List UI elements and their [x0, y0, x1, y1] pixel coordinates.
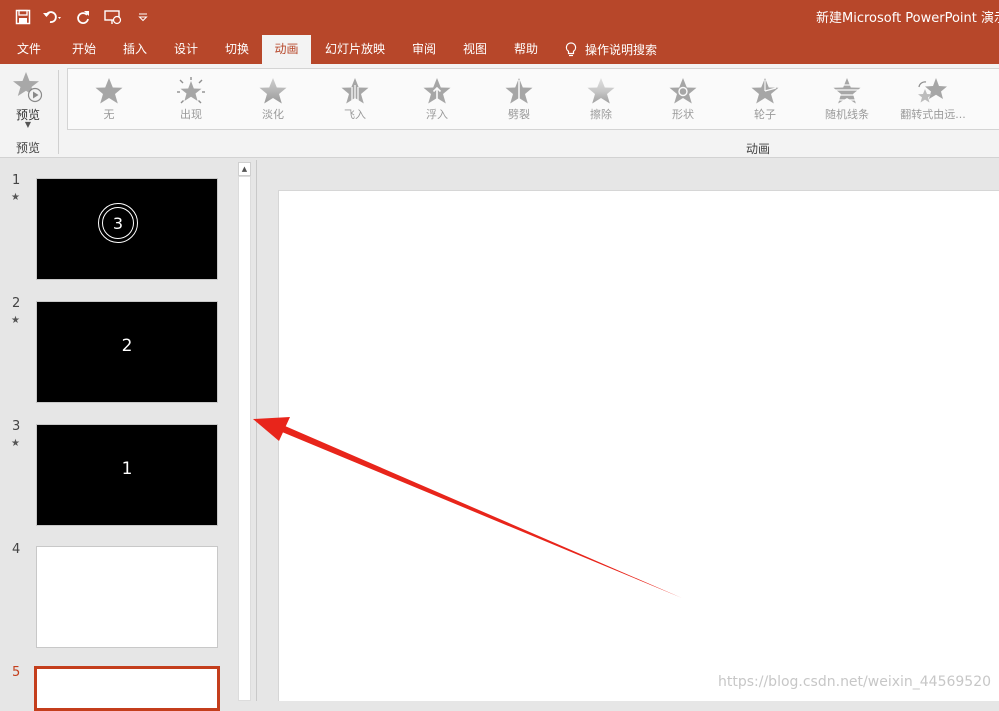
star-wheel-icon — [751, 78, 779, 104]
star-none-icon — [95, 78, 123, 104]
animation-indicator-icon: ★ — [11, 192, 20, 203]
quick-access-toolbar — [10, 4, 160, 30]
animation-label: 出现 — [180, 108, 202, 121]
animation-random-bars[interactable]: 随机线条 — [811, 73, 883, 127]
tell-me-search[interactable]: 操作说明搜索 — [565, 35, 657, 64]
ribbon: 预览 ▼ 预览 无 出现 淡化 飞入 浮入 劈裂 擦除 形状 轮子 随机线条 翻… — [0, 64, 999, 158]
redo-icon[interactable] — [70, 4, 96, 30]
preview-button[interactable]: 预览 ▼ — [6, 68, 50, 132]
tab-view[interactable]: 视图 — [449, 35, 501, 64]
star-fly-in-icon — [341, 78, 369, 104]
lightbulb-icon — [565, 41, 577, 56]
animation-indicator-icon: ★ — [11, 315, 20, 326]
animation-fly-in[interactable]: 飞入 — [319, 73, 391, 127]
thumbnail-scrollbar[interactable]: ▲ — [238, 160, 253, 701]
preview-star-icon — [13, 72, 43, 103]
tab-slide-show[interactable]: 幻灯片放映 — [311, 35, 399, 64]
scrollbar-track[interactable] — [238, 176, 251, 701]
animation-grow-turn[interactable]: 翻转式由远... — [893, 73, 973, 127]
animation-float-in[interactable]: 浮入 — [401, 73, 473, 127]
scroll-up-icon[interactable]: ▲ — [238, 162, 251, 176]
slide-number: 1 — [12, 173, 21, 188]
tab-file[interactable]: 文件 — [0, 35, 58, 64]
star-float-in-icon — [423, 78, 451, 104]
animation-wheel[interactable]: 轮子 — [729, 73, 801, 127]
present-from-start-icon[interactable] — [100, 4, 126, 30]
star-split-icon — [505, 78, 533, 104]
slide-thumbnail-3[interactable]: 1 — [36, 424, 218, 526]
tab-help[interactable]: 帮助 — [501, 35, 551, 64]
slide-canvas[interactable] — [278, 190, 999, 701]
tab-home[interactable]: 开始 — [58, 35, 110, 64]
tab-transitions[interactable]: 切换 — [212, 35, 262, 64]
slide-thumbnail-5[interactable] — [34, 666, 220, 711]
slide-thumbnail-pane: 1 ★ 3 2 ★ 2 3 ★ 1 4 5 — [0, 158, 238, 711]
animation-label: 随机线条 — [825, 108, 869, 121]
animation-indicator-icon: ★ — [11, 438, 20, 449]
animation-group-label: 动画 — [746, 142, 771, 156]
animation-shape[interactable]: 形状 — [647, 73, 719, 127]
animation-none[interactable]: 无 — [73, 73, 145, 127]
tab-design[interactable]: 设计 — [160, 35, 212, 64]
tab-insert[interactable]: 插入 — [110, 35, 160, 64]
star-grow-turn-icon — [918, 78, 947, 103]
animation-gallery: 无 出现 淡化 飞入 浮入 劈裂 擦除 形状 轮子 随机线条 翻转式由远... — [67, 68, 999, 130]
animation-wipe[interactable]: 擦除 — [565, 73, 637, 127]
undo-icon[interactable] — [40, 4, 66, 30]
circle-shape: 3 — [98, 203, 138, 243]
slide-text: 3 — [102, 207, 134, 239]
star-fade-icon — [259, 78, 287, 104]
animation-label: 劈裂 — [508, 108, 530, 121]
tab-review[interactable]: 审阅 — [399, 35, 449, 64]
slide-thumbnail-2[interactable]: 2 — [36, 301, 218, 403]
animation-fade[interactable]: 淡化 — [237, 73, 309, 127]
animation-label: 无 — [103, 108, 115, 121]
animation-label: 形状 — [672, 108, 694, 121]
animation-label: 翻转式由远... — [900, 108, 966, 121]
slide-text: 2 — [121, 336, 133, 356]
save-icon[interactable] — [10, 4, 36, 30]
slide-number: 3 — [12, 419, 21, 434]
group-divider — [58, 70, 59, 154]
customize-qat-icon[interactable] — [130, 4, 156, 30]
animation-appear[interactable]: 出现 — [155, 73, 227, 127]
slide-number: 2 — [12, 296, 21, 311]
animation-label: 浮入 — [426, 108, 448, 121]
ribbon-tabs: 文件 开始 插入 设计 切换 动画 幻灯片放映 审阅 视图 帮助 操作说明搜索 — [0, 33, 999, 64]
tab-animations[interactable]: 动画 — [262, 35, 311, 64]
star-random-bars-icon — [832, 78, 862, 104]
animation-split[interactable]: 劈裂 — [483, 73, 555, 127]
animation-label: 轮子 — [754, 108, 776, 121]
preview-group: 预览 ▼ 预览 — [0, 64, 58, 158]
title-bar: 新建Microsoft PowerPoint 演示文 — [0, 0, 999, 33]
chevron-down-icon: ▼ — [24, 120, 32, 129]
animation-label: 淡化 — [262, 108, 284, 121]
watermark-text: https://blog.csdn.net/weixin_44569520 — [718, 674, 992, 690]
slide-number: 4 — [12, 542, 21, 557]
preview-group-label: 预览 — [16, 141, 41, 155]
animation-label: 飞入 — [344, 108, 366, 121]
star-shape-icon — [669, 78, 697, 104]
slide-number: 5 — [12, 665, 21, 680]
slide-text: 1 — [121, 459, 133, 479]
slide-thumbnail-1[interactable]: 3 — [36, 178, 218, 280]
document-title: 新建Microsoft PowerPoint 演示文 — [816, 11, 999, 26]
animation-label: 擦除 — [590, 108, 612, 121]
tell-me-label: 操作说明搜索 — [585, 43, 658, 57]
star-appear-icon — [177, 77, 205, 104]
slide-thumbnail-4[interactable] — [36, 546, 218, 648]
star-wipe-icon — [587, 78, 615, 104]
